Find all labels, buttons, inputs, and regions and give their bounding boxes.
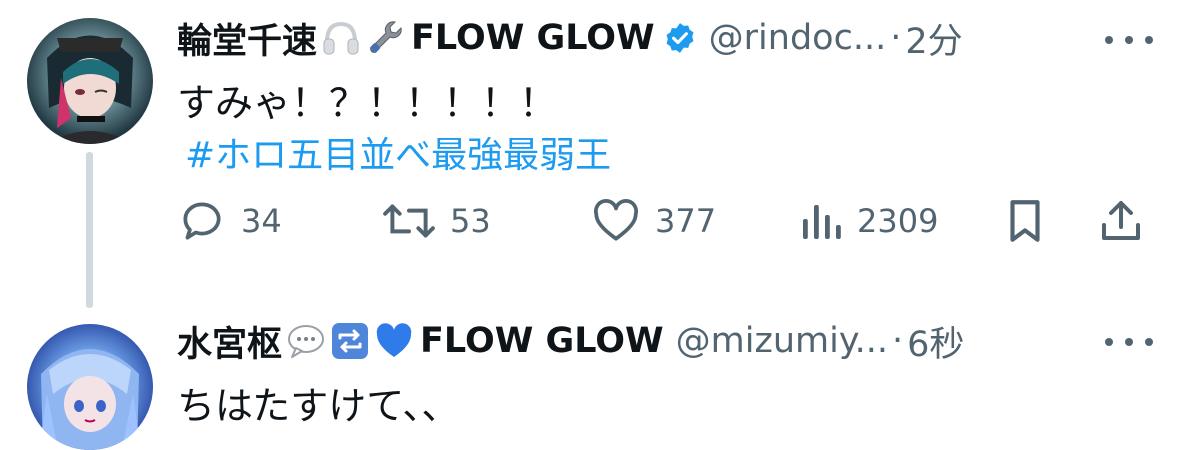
reply-button[interactable]: 34: [177, 194, 282, 248]
share-icon: [1102, 201, 1140, 240]
tweet1-text: すみゃ！？！！！！！: [177, 81, 558, 125]
retweet-button[interactable]: 53: [382, 194, 491, 248]
display-name[interactable]: 水宮枢: [177, 316, 282, 367]
display-name[interactable]: 輪堂千速: [177, 13, 317, 64]
like-count: 377: [655, 202, 717, 240]
timestamp[interactable]: 2分: [905, 13, 962, 64]
views-icon: [803, 205, 841, 239]
tweet1-actions: 34 53 377 2309: [177, 194, 1147, 248]
retweet-count: 53: [450, 202, 491, 240]
tweet1-header: 輪堂千速 FLOW GLOW @rindoc... · 2分: [177, 13, 963, 63]
avatar-mizumiya-art: [39, 349, 141, 450]
bookmark-icon: [1010, 200, 1040, 242]
avatar-mizumiya[interactable]: [27, 324, 153, 450]
tweet2-text: ちはたすけて、、: [177, 384, 460, 428]
wrench-emoji-icon: [365, 18, 405, 58]
badge-name[interactable]: FLOW GLOW: [420, 321, 664, 361]
views-button[interactable]: 2309: [799, 194, 938, 248]
blue-heart-emoji-icon: [374, 321, 414, 361]
avatar-rindo[interactable]: [27, 18, 153, 144]
retweet-icon: [383, 204, 435, 238]
speech-bubble-emoji-icon: [286, 321, 326, 361]
repeat-button-emoji-icon: [330, 321, 370, 361]
reply-count: 34: [241, 202, 282, 240]
separator-dot: ·: [891, 321, 904, 361]
verified-badge-icon[interactable]: [663, 21, 697, 55]
more-options-icon[interactable]: [1105, 30, 1153, 50]
tweet2-header: 水宮枢 FLOW GLOW @mizumiy... · 6秒: [177, 316, 964, 366]
thread-connector: [86, 152, 93, 308]
share-button[interactable]: [1097, 194, 1145, 248]
reply-icon: [183, 202, 221, 240]
separator-dot: ·: [890, 18, 902, 58]
view-count: 2309: [857, 202, 939, 240]
heart-icon: [594, 199, 638, 241]
handle[interactable]: @mizumiy...: [676, 321, 888, 361]
more-options-icon[interactable]: [1105, 332, 1153, 352]
hashtag-link[interactable]: #ホロ五目並べ最強最弱王: [185, 126, 611, 178]
badge-name[interactable]: FLOW GLOW: [411, 18, 655, 58]
handle[interactable]: @rindoc...: [709, 18, 887, 58]
headphones-emoji-icon: [321, 18, 361, 58]
like-button[interactable]: 377: [591, 194, 716, 248]
bookmark-button[interactable]: [1003, 194, 1047, 248]
avatar-rindo-art: [47, 35, 133, 144]
timestamp[interactable]: 6秒: [907, 316, 964, 367]
